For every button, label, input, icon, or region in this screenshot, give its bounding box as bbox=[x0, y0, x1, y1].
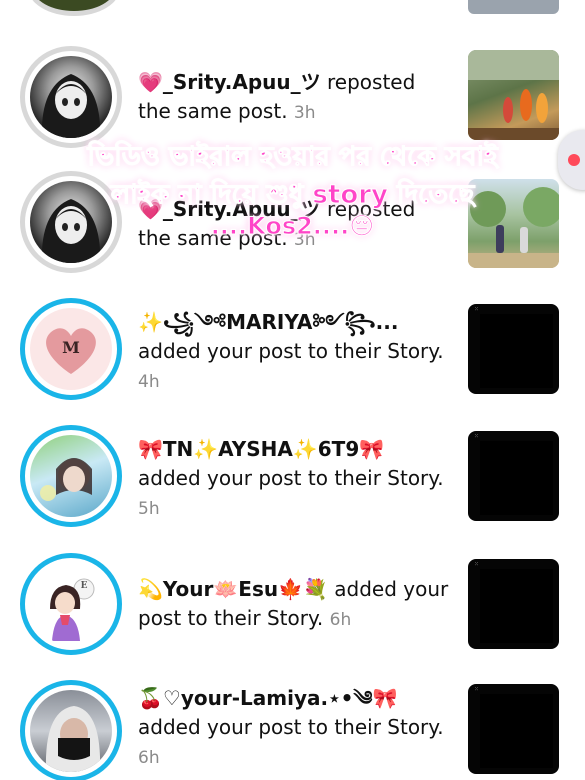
notification-text: 💫Your🪷Esu🍁💐 added your post to their Sto… bbox=[138, 575, 454, 635]
avatar-image: E bbox=[30, 563, 112, 645]
avatar-image bbox=[30, 435, 112, 517]
post-thumbnail[interactable] bbox=[468, 0, 559, 14]
notification-text: ✨꧁༺MARIYA༻꧂... added your post to their … bbox=[138, 308, 454, 397]
floating-record-icon bbox=[568, 154, 580, 166]
avatar[interactable] bbox=[20, 680, 122, 780]
timestamp: 4h bbox=[138, 372, 160, 392]
post-thumbnail[interactable] bbox=[468, 50, 559, 140]
notification-text: 🍒♡your-Lamiya.⋆•༄🎀 added your post to th… bbox=[138, 684, 454, 773]
username[interactable]: ✨꧁༺MARIYA༻꧂... bbox=[138, 310, 398, 334]
avatar-letter: M bbox=[62, 338, 80, 357]
dancers-photo-icon bbox=[468, 50, 559, 140]
overlay-caption-line-3: ....Kos2....😔 bbox=[210, 212, 375, 241]
notifications-page: 💗_Srity.Apuu_ツ reposted the same post. 3… bbox=[0, 0, 585, 780]
partial-top-row bbox=[0, 0, 585, 18]
thumbnail-inset bbox=[480, 569, 553, 643]
notification-text: 💗_Srity.Apuu_ツ reposted the same post. 3… bbox=[138, 68, 454, 128]
avatar[interactable] bbox=[20, 425, 122, 527]
username[interactable]: 💗_Srity.Apuu_ツ bbox=[138, 70, 321, 94]
username[interactable]: 💫Your🪷Esu🍁💐 bbox=[138, 577, 328, 601]
thumbnail-inset bbox=[480, 441, 553, 515]
thumbnail-marker-icon: ⁙ bbox=[474, 686, 480, 693]
notification-row[interactable]: M ✨꧁༺MARIYA༻꧂... added your post to thei… bbox=[0, 298, 585, 418]
username[interactable]: 🎀TN✨AYSHA✨6T9🎀 bbox=[138, 437, 384, 461]
action-text: added your post to their Story. bbox=[138, 339, 444, 363]
post-thumbnail[interactable]: ⁙ bbox=[468, 684, 559, 774]
thumbnail-inset bbox=[480, 694, 553, 768]
action-text: added your post to their Story. bbox=[138, 466, 444, 490]
girl-photo-icon bbox=[40, 458, 92, 501]
timestamp: 6h bbox=[329, 610, 352, 630]
notification-row[interactable]: 🍒♡your-Lamiya.⋆•༄🎀 added your post to th… bbox=[0, 680, 585, 780]
avatar[interactable]: E bbox=[20, 553, 122, 655]
thumbnail-inset bbox=[480, 314, 553, 388]
avatar-image bbox=[30, 56, 112, 138]
notification-row[interactable]: 🎀TN✨AYSHA✨6T9🎀 added your post to their … bbox=[0, 425, 585, 545]
thumbnail-marker-icon: ⁙ bbox=[474, 433, 480, 440]
post-thumbnail[interactable]: ⁙ bbox=[468, 431, 559, 521]
notification-row[interactable]: E 💫Your🪷Esu🍁💐 added your post to their S… bbox=[0, 553, 585, 673]
notification-text: 🎀TN✨AYSHA✨6T9🎀 added your post to their … bbox=[138, 435, 454, 524]
thumbnail-marker-icon: ⁙ bbox=[474, 306, 480, 313]
avatar-letter: E bbox=[80, 581, 88, 591]
action-text: added your post to their Story. bbox=[138, 715, 444, 739]
avatar-image: M bbox=[30, 308, 112, 390]
post-thumbnail[interactable]: ⁙ bbox=[468, 304, 559, 394]
avatar[interactable]: M bbox=[20, 298, 122, 400]
anime-girl-icon bbox=[41, 74, 101, 138]
avatar[interactable] bbox=[28, 0, 120, 16]
post-thumbnail[interactable]: ⁙ bbox=[468, 559, 559, 649]
timestamp: 5h bbox=[138, 499, 160, 519]
timestamp: 3h bbox=[293, 103, 316, 123]
timestamp: 6h bbox=[138, 748, 160, 768]
username[interactable]: 🍒♡your-Lamiya.⋆•༄🎀 bbox=[138, 686, 397, 710]
cartoon-girl-icon bbox=[50, 578, 95, 641]
hijab-girl-icon bbox=[45, 706, 101, 772]
avatar-image bbox=[30, 690, 112, 772]
thumbnail-marker-icon: ⁙ bbox=[474, 561, 480, 568]
avatar[interactable] bbox=[20, 46, 122, 148]
